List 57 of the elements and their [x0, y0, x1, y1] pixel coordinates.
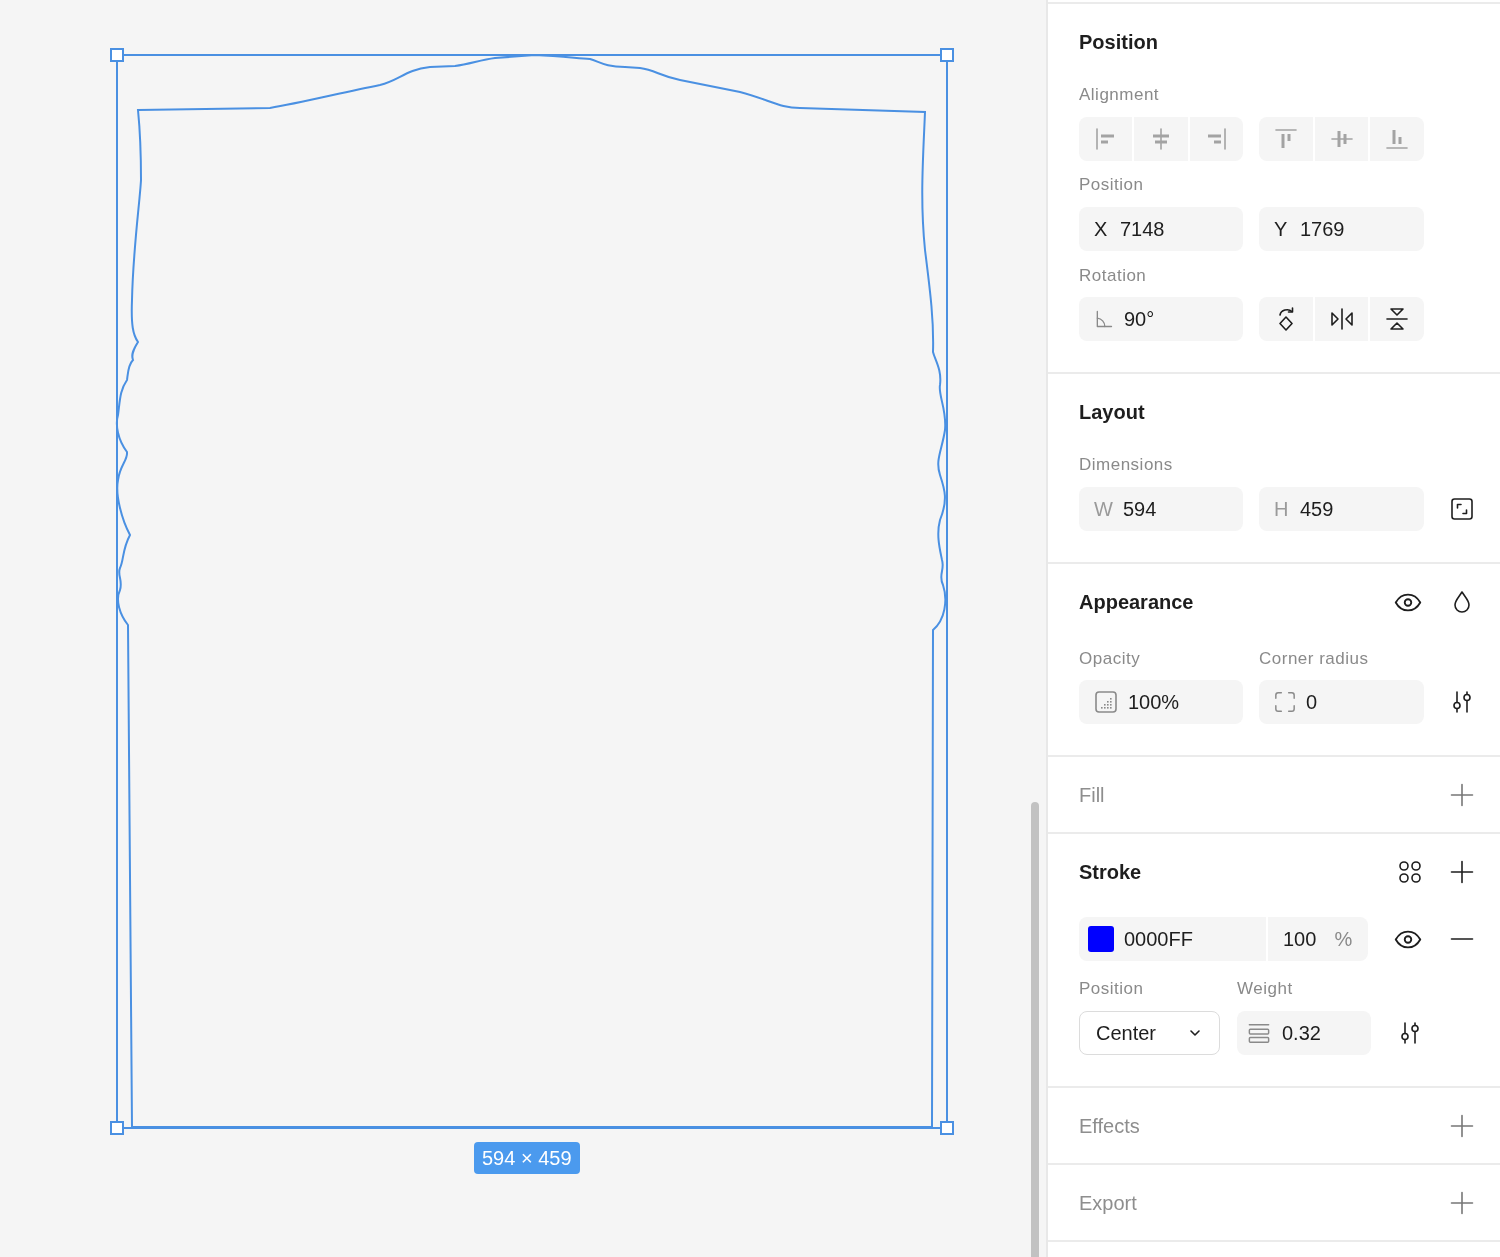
resize-handle[interactable]: [940, 1121, 954, 1135]
add-plus-icon[interactable]: [1450, 860, 1474, 884]
field-prefix: W: [1094, 497, 1113, 521]
angle-icon: [1094, 309, 1114, 329]
height-field[interactable]: H 459: [1259, 487, 1424, 531]
styles-grid-icon[interactable]: [1398, 860, 1422, 884]
flip-vertical-button[interactable]: [1370, 297, 1424, 341]
field-label: Position: [1079, 175, 1145, 195]
scrollbar-thumb[interactable]: [1031, 802, 1039, 1257]
section-title: Export: [1079, 1191, 1137, 1215]
field-label: Rotation: [1079, 266, 1148, 286]
stroke-weight-icon: [1248, 1022, 1270, 1044]
stroke-position-dropdown[interactable]: Center: [1079, 1011, 1220, 1055]
field-label: Corner radius: [1259, 649, 1370, 669]
resize-handle[interactable]: [110, 48, 124, 62]
section-title: Stroke: [1079, 860, 1142, 884]
flip-horizontal-button[interactable]: [1314, 297, 1369, 341]
align-top-icon: [1273, 127, 1298, 151]
sliders-icon[interactable]: [1398, 1021, 1422, 1045]
rotation-field[interactable]: 90°: [1079, 297, 1243, 341]
corner-radius-field[interactable]: 0: [1259, 680, 1424, 724]
sliders-icon[interactable]: [1450, 690, 1474, 714]
corner-radius-icon: [1274, 691, 1296, 713]
chevron-down-icon: [1189, 1027, 1201, 1039]
field-label: Opacity: [1079, 649, 1142, 669]
flip-horizontal-icon: [1329, 307, 1354, 331]
field-label: Weight: [1237, 979, 1293, 999]
visibility-eye-icon[interactable]: [1394, 929, 1422, 949]
visibility-eye-icon[interactable]: [1394, 592, 1422, 612]
y-position-field[interactable]: Y 1769: [1259, 207, 1424, 251]
section-title: Effects: [1079, 1114, 1140, 1138]
align-bottom-icon: [1385, 127, 1410, 151]
color-hex-field[interactable]: 0000FF: [1079, 917, 1266, 961]
section-title: Position: [1079, 30, 1158, 54]
field-label: Position: [1079, 979, 1145, 999]
constrain-proportions-icon[interactable]: [1450, 497, 1474, 521]
field-label: Alignment: [1079, 85, 1161, 105]
section-title: Layout: [1079, 400, 1145, 424]
size-label: 594 × 459: [474, 1142, 580, 1174]
opacity-field[interactable]: 100%: [1079, 680, 1243, 724]
unit-label: %: [1334, 927, 1353, 951]
stroke-opacity-field[interactable]: 100 %: [1268, 917, 1368, 961]
field-prefix: X: [1094, 217, 1109, 241]
stroke-weight-field[interactable]: 0.32: [1237, 1011, 1371, 1055]
section-title: Fill: [1079, 783, 1105, 807]
field-label: Dimensions: [1079, 455, 1174, 475]
field-prefix: Y: [1274, 217, 1289, 241]
width-field[interactable]: W 594: [1079, 487, 1243, 531]
resize-handle[interactable]: [110, 1121, 124, 1135]
x-position-field[interactable]: X 7148: [1079, 207, 1243, 251]
rotate-button[interactable]: [1259, 297, 1313, 341]
color-swatch-icon[interactable]: [1088, 926, 1114, 952]
flip-vertical-icon: [1385, 307, 1410, 331]
resize-handle[interactable]: [940, 48, 954, 62]
opacity-icon: [1094, 690, 1118, 714]
section-title: Appearance: [1079, 590, 1194, 614]
field-prefix: H: [1274, 497, 1290, 521]
